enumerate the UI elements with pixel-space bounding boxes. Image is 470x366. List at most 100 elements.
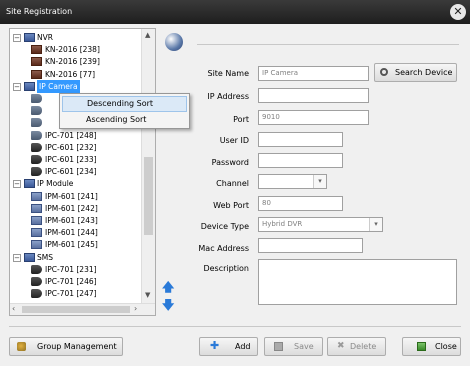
group-icon	[17, 342, 26, 351]
tree-vertical-scrollbar[interactable]: ▲ ▼	[141, 29, 155, 304]
password-input[interactable]	[258, 153, 343, 168]
channel-label: Channel	[216, 179, 249, 188]
device-type-value: Hybrid DVR	[262, 220, 303, 228]
tree-item-label: SMS	[37, 252, 53, 262]
cam-icon	[31, 130, 42, 140]
tree-item-label: KN-2016 [77]	[45, 69, 96, 79]
save-icon	[274, 342, 283, 351]
menu-item-descending-sort[interactable]: Descending Sort	[62, 96, 187, 112]
tree-item[interactable]: KN-2016 [238]	[10, 43, 140, 56]
tree-item-label: IPM-601 [245]	[45, 240, 98, 250]
tree-item-label: IPC-701 [247]	[45, 289, 97, 299]
tree-item-label: KN-2016 [238]	[45, 45, 100, 55]
save-button[interactable]: Save	[264, 337, 323, 356]
collapse-icon[interactable]: −	[13, 180, 21, 189]
add-button[interactable]: ✚ Add	[199, 337, 258, 356]
close-icon[interactable]: ✕	[450, 4, 466, 20]
web-port-label: Web Port	[213, 201, 249, 210]
scroll-down-icon[interactable]: ▼	[145, 291, 150, 299]
collapse-icon[interactable]: −	[13, 82, 21, 91]
tree-item-label: IP Camera	[37, 79, 80, 93]
tree-item[interactable]: IPM-601 [243]	[10, 214, 140, 227]
sms-icon	[31, 289, 42, 299]
header-divider	[197, 44, 459, 45]
sms-icon	[31, 264, 42, 274]
collapse-icon[interactable]: −	[13, 34, 21, 42]
footer-divider	[9, 326, 461, 327]
move-up-icon[interactable]: 🡅	[162, 278, 174, 294]
tree-item-label: IPC-601 [233]	[45, 155, 97, 164]
scroll-right-icon[interactable]: ›	[134, 304, 137, 313]
scroll-up-icon[interactable]: ▲	[145, 31, 150, 39]
site-name-label: Site Name	[207, 69, 249, 78]
tree-item[interactable]: IPC-601 [232]	[10, 141, 140, 154]
tree-group[interactable]: − NVR	[10, 31, 140, 44]
description-textarea[interactable]	[258, 259, 457, 305]
tree-item[interactable]: IPC-601 [234]	[10, 165, 140, 178]
sms-icon	[31, 167, 42, 177]
tree-item[interactable]: IPC-701 [246]	[10, 275, 140, 288]
tree-group[interactable]: − IP Camera	[10, 79, 140, 93]
menu-item-ascending-sort[interactable]: Ascending Sort	[62, 112, 187, 128]
device-type-select[interactable]: Hybrid DVR ▾	[258, 217, 383, 232]
cam-icon	[31, 94, 42, 103]
search-device-button[interactable]: Search Device	[374, 63, 457, 82]
password-label: Password	[211, 158, 249, 167]
tree-group[interactable]: − IP Module	[10, 177, 140, 190]
tree-item[interactable]: KN-2016 [239]	[10, 55, 140, 68]
folder-icon	[24, 33, 35, 42]
tree-item-label: IPM-601 [242]	[45, 203, 98, 213]
folder-icon	[24, 252, 35, 262]
tree-item-label: IPC-701 [248]	[45, 130, 97, 140]
mod-icon	[31, 228, 42, 238]
exit-icon	[417, 342, 426, 351]
group-management-button[interactable]: Group Management	[9, 337, 123, 356]
window-title: Site Registration	[6, 7, 73, 16]
tree-item[interactable]: IPC-701 [248]	[10, 129, 140, 142]
sms-icon	[31, 155, 42, 164]
tree-item[interactable]: KN-2016 [77]	[10, 68, 140, 81]
sms-icon	[31, 277, 42, 286]
chevron-down-icon: ▾	[369, 218, 382, 231]
move-down-icon[interactable]: 🡇	[162, 296, 174, 312]
tree-item[interactable]: IPC-601 [233]	[10, 153, 140, 166]
globe-icon	[165, 33, 183, 51]
mod-icon	[31, 216, 42, 225]
tree-item[interactable]: IPM-601 [244]	[10, 226, 140, 239]
tree-item-label: IPC-601 [232]	[45, 142, 97, 152]
port-label: Port	[233, 115, 249, 124]
tree-item[interactable]: IPM-601 [245]	[10, 238, 140, 251]
site-tree[interactable]: IPC-701 [247] IPC-701 [246] IPC-701 [231] −…	[9, 28, 156, 316]
scroll-left-icon[interactable]: ‹	[12, 304, 15, 313]
delete-button[interactable]: ✖ Delete	[327, 337, 386, 356]
tree-item[interactable]: IPM-601 [242]	[10, 202, 140, 215]
tree-item-label: IPM-601 [243]	[45, 216, 98, 225]
tree-item[interactable]: IPM-601 [241]	[10, 190, 140, 203]
tree-item[interactable]: IPC-701 [231]	[10, 263, 140, 276]
mod-icon	[31, 240, 42, 250]
mac-address-label: Mac Address	[198, 244, 249, 253]
tree-horizontal-scrollbar[interactable]: ‹ ›	[10, 303, 155, 315]
port-input[interactable]: 9010	[258, 110, 369, 125]
web-port-input[interactable]: 80	[258, 196, 343, 211]
channel-select[interactable]: ▾	[258, 174, 327, 189]
user-id-input[interactable]	[258, 132, 343, 147]
mac-address-input[interactable]	[258, 238, 363, 253]
user-id-label: User ID	[219, 136, 249, 145]
hscroll-thumb[interactable]	[22, 306, 130, 313]
mod-icon	[31, 203, 42, 213]
nvr-icon	[31, 57, 42, 67]
site-name-input[interactable]: IP Camera	[258, 66, 369, 81]
close-button[interactable]: Close	[402, 337, 461, 356]
nvr-icon	[31, 69, 42, 79]
cam-icon	[31, 118, 42, 128]
mod-icon	[31, 191, 42, 201]
scroll-thumb[interactable]	[144, 157, 153, 235]
collapse-icon[interactable]: −	[13, 253, 21, 262]
tree-group[interactable]: − SMS	[10, 251, 140, 264]
folder-icon	[24, 179, 35, 189]
tree-item-label: IPM-601 [244]	[45, 228, 98, 238]
plus-icon: ✚	[210, 339, 220, 352]
ip-address-input[interactable]	[258, 88, 369, 103]
tree-item[interactable]: IPC-701 [247]	[10, 287, 140, 300]
